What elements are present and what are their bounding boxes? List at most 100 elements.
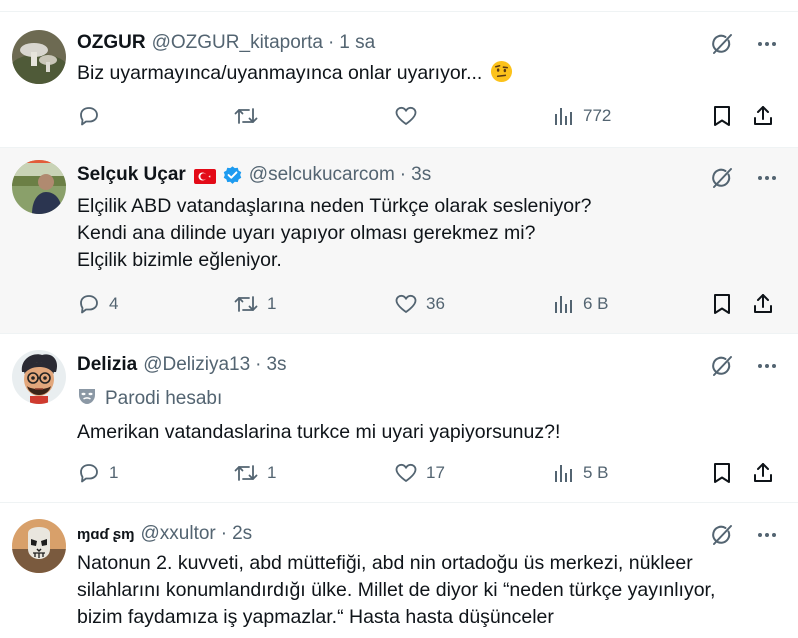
user-handle[interactable]: @Deliziya13 bbox=[143, 354, 250, 376]
repost-button[interactable] bbox=[233, 101, 267, 131]
views-count: 6 B bbox=[583, 294, 609, 313]
share-button[interactable] bbox=[751, 101, 775, 131]
more-icon[interactable] bbox=[756, 355, 778, 377]
share-icon bbox=[751, 292, 775, 316]
share-icon bbox=[751, 461, 775, 485]
tweet-actions: 4 1 36 6 B bbox=[77, 289, 782, 319]
views-button[interactable]: 5 B bbox=[553, 458, 609, 488]
tweet-line: bizim faydamıza iş yapmazlar.“ Hasta has… bbox=[77, 606, 554, 628]
bookmark-button[interactable] bbox=[711, 101, 733, 131]
share-button[interactable] bbox=[751, 289, 775, 319]
repost-icon bbox=[233, 292, 259, 316]
share-button[interactable] bbox=[751, 458, 775, 488]
views-count: 5 B bbox=[583, 463, 609, 482]
timestamp[interactable]: 2s bbox=[232, 523, 252, 545]
tweet-text: Biz uyarmayınca/uyanmayınca onlar uyarıy… bbox=[77, 60, 782, 91]
like-button[interactable]: 36 bbox=[394, 289, 445, 319]
parody-label: Parodi hesabı bbox=[77, 386, 222, 412]
avatar[interactable] bbox=[12, 160, 66, 214]
bookmark-icon bbox=[711, 292, 733, 316]
bookmark-icon bbox=[711, 461, 733, 485]
tweet-top-icons bbox=[710, 354, 778, 378]
face-with-raised-eyebrow-icon bbox=[490, 60, 513, 91]
grok-icon[interactable] bbox=[710, 166, 734, 190]
more-icon[interactable] bbox=[756, 524, 778, 546]
like-button[interactable] bbox=[394, 101, 426, 131]
tweet-top-icons bbox=[710, 166, 778, 190]
tweet-header: OZGUR @OZGUR_kitaporta · 1 sa bbox=[77, 32, 375, 54]
repost-button[interactable]: 1 bbox=[233, 289, 276, 319]
like-icon bbox=[394, 461, 418, 485]
tweet-text: Amerikan vatandaslarina turkce mi uyari … bbox=[77, 419, 782, 446]
tweet-header: ɱɑɗ ʂɱ @xxultor · 2s bbox=[77, 523, 252, 545]
grok-icon[interactable] bbox=[710, 32, 734, 56]
reply-count: 1 bbox=[109, 463, 119, 482]
parody-text: Parodi hesabı bbox=[105, 388, 223, 409]
repost-icon bbox=[233, 104, 259, 128]
timestamp[interactable]: 1 sa bbox=[339, 32, 375, 54]
separator-dot: · bbox=[255, 354, 262, 375]
bookmark-button[interactable] bbox=[711, 458, 733, 488]
share-icon bbox=[751, 104, 775, 128]
user-handle[interactable]: @selcukucarcom bbox=[249, 164, 395, 186]
like-count: 17 bbox=[426, 463, 445, 482]
avatar[interactable] bbox=[12, 519, 66, 573]
more-icon[interactable] bbox=[756, 167, 778, 189]
tweet-line: Biz uyarmayınca/uyanmayınca onlar uyarıy… bbox=[77, 62, 483, 84]
views-button[interactable]: 772 bbox=[553, 101, 611, 131]
reply-icon bbox=[77, 461, 101, 485]
tweet-text: Elçilik ABD vatandaşlarına neden Türkçe … bbox=[77, 193, 782, 274]
user-handle[interactable]: @xxultor bbox=[141, 523, 216, 545]
more-icon[interactable] bbox=[756, 33, 778, 55]
user-handle[interactable]: @OZGUR_kitaporta bbox=[152, 32, 323, 54]
tweet-line: Amerikan vatandaslarina turkce mi uyari … bbox=[77, 421, 561, 443]
avatar[interactable] bbox=[12, 350, 66, 404]
display-name[interactable]: Selçuk Uçar bbox=[77, 164, 186, 186]
like-button[interactable]: 17 bbox=[394, 458, 445, 488]
display-name[interactable]: Delizia bbox=[77, 354, 137, 376]
verified-badge-icon[interactable] bbox=[222, 165, 243, 186]
like-icon bbox=[394, 104, 418, 128]
tweet-selcuk[interactable]: Selçuk Uçar @selcukucarcom · 3s Elçilik … bbox=[0, 148, 798, 334]
tweet-xxultor[interactable]: ɱɑɗ ʂɱ @xxultor · 2s Natonun 2. kuvveti,… bbox=[0, 503, 798, 638]
turkey-flag-icon bbox=[193, 168, 216, 184]
bookmark-button[interactable] bbox=[711, 289, 733, 319]
tweet-top-icons bbox=[710, 523, 778, 547]
mask-icon bbox=[77, 386, 97, 412]
timestamp[interactable]: 3s bbox=[266, 354, 286, 376]
repost-count: 1 bbox=[267, 294, 277, 313]
tweet-line: Natonun 2. kuvveti, abd müttefiği, abd n… bbox=[77, 552, 693, 574]
tweet-header: Delizia @Deliziya13 · 3s bbox=[77, 354, 287, 376]
repost-icon bbox=[233, 461, 259, 485]
like-count: 36 bbox=[426, 294, 445, 313]
views-button[interactable]: 6 B bbox=[553, 289, 609, 319]
separator-dot: · bbox=[220, 523, 228, 544]
display-name[interactable]: ɱɑɗ ʂɱ bbox=[77, 526, 135, 543]
reply-button[interactable]: 4 bbox=[77, 289, 118, 319]
repost-count: 1 bbox=[267, 463, 277, 482]
tweet-line: silahlarını konumlandırdığı ülke. Millet… bbox=[77, 579, 716, 601]
grok-icon[interactable] bbox=[710, 354, 734, 378]
repost-button[interactable]: 1 bbox=[233, 458, 276, 488]
bookmark-icon bbox=[711, 104, 733, 128]
tweet-line: Elçilik bizimle eğleniyor. bbox=[77, 249, 282, 271]
tweet-delizia[interactable]: Delizia @Deliziya13 · 3s Parodi hesabı A… bbox=[0, 334, 798, 503]
tweet-ozgur[interactable]: OZGUR @OZGUR_kitaporta · 1 sa Biz uyarma… bbox=[0, 12, 798, 148]
views-icon bbox=[553, 462, 575, 484]
grok-icon[interactable] bbox=[710, 523, 734, 547]
avatar[interactable] bbox=[12, 30, 66, 84]
views-icon bbox=[553, 293, 575, 315]
tweet-line: Kendi ana dilinde uyarı yapıyor olması g… bbox=[77, 222, 536, 244]
views-icon bbox=[553, 105, 575, 127]
separator-dot: · bbox=[399, 164, 407, 185]
views-count: 772 bbox=[583, 106, 612, 125]
tweet-text: Natonun 2. kuvveti, abd müttefiği, abd n… bbox=[77, 550, 782, 631]
separator-dot: · bbox=[327, 32, 335, 53]
display-name[interactable]: OZGUR bbox=[77, 32, 146, 54]
tweet-line: Elçilik ABD vatandaşlarına neden Türkçe … bbox=[77, 195, 592, 217]
like-icon bbox=[394, 292, 418, 316]
reply-button[interactable]: 1 bbox=[77, 458, 118, 488]
timestamp[interactable]: 3s bbox=[411, 164, 431, 186]
reply-button[interactable] bbox=[77, 101, 109, 131]
reply-icon bbox=[77, 292, 101, 316]
